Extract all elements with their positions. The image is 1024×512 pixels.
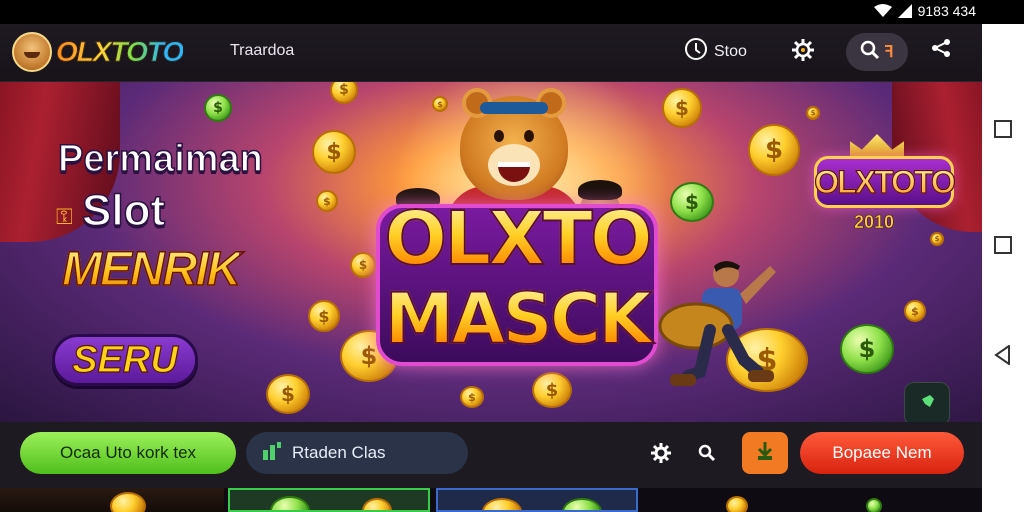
settings-gear-button[interactable]: [790, 37, 816, 68]
status-bar: 9183 434: [0, 0, 1024, 24]
chart-icon: [262, 441, 282, 465]
live-chat-button[interactable]: Rtaden Clas: [246, 432, 468, 474]
login-button[interactable]: Ocaa Uto kork tex: [20, 432, 236, 474]
top-bar: OLXTOTO Traardoa Stoo ꟻ: [0, 24, 982, 82]
coin-icon: $: [662, 88, 702, 128]
back-button[interactable]: [992, 344, 1014, 366]
brand-badge: OLXTOTO 2010: [814, 134, 957, 238]
coin-icon: $: [806, 106, 820, 120]
slot-label: Stoo: [714, 42, 747, 60]
coin-icon: $: [670, 182, 714, 222]
game-thumbnail[interactable]: [436, 488, 638, 512]
system-navigation-bar: [982, 24, 1024, 512]
coin-icon: [866, 498, 882, 512]
wifi-icon: [873, 4, 892, 18]
crown-icon: [850, 134, 904, 158]
game-title-line-1: OLXTO: [372, 195, 662, 283]
coin-icon: $: [532, 372, 572, 408]
game-thumbnail[interactable]: [0, 488, 224, 512]
coin-icon: $: [312, 130, 356, 174]
settings-icon[interactable]: [650, 442, 672, 469]
game-title-line-2: MASCK: [372, 277, 662, 361]
register-button[interactable]: Bopaee Nem: [800, 432, 964, 474]
search-button[interactable]: ꟻ: [846, 33, 908, 71]
status-time: 9183 434: [917, 3, 976, 19]
badge-title: OLXTOTO: [814, 163, 957, 200]
share-button[interactable]: [930, 37, 952, 64]
coin-icon: $: [460, 386, 484, 408]
download-icon: [754, 440, 776, 467]
home-button[interactable]: [992, 234, 1014, 256]
game-title-logo: OLXTO MASCK: [372, 194, 662, 366]
key-icon: ⚿: [56, 204, 73, 229]
coin-icon: $: [266, 374, 310, 414]
coin-icon: $: [308, 300, 340, 332]
coin-icon: $: [904, 300, 926, 322]
slot-button[interactable]: Stoo: [684, 37, 747, 66]
search-suffix: ꟻ: [884, 44, 894, 61]
coin-icon: $: [432, 96, 448, 112]
coin-icon: $: [316, 190, 338, 212]
nav-link[interactable]: Traardoa: [230, 42, 294, 60]
character-runner: [640, 260, 790, 400]
headline-badge-seru: SERU: [52, 334, 198, 386]
headline-line-2: Slot: [81, 185, 166, 236]
signal-icon: [897, 4, 912, 18]
promo-banner[interactable]: $ $ $ $ $ $ $ $ $ $ $ $ $ $ $ $ $ $ $ Pe…: [0, 82, 982, 422]
search-icon[interactable]: [698, 444, 716, 467]
coin-icon: $: [840, 324, 894, 374]
coin-icon: [562, 498, 602, 510]
search-icon: [860, 40, 880, 65]
game-thumbnail-strip: [0, 488, 982, 512]
coin-icon: [110, 492, 146, 512]
headline-line-1: Permaiman: [57, 137, 263, 181]
brand-logo[interactable]: OLXTOTO: [12, 32, 185, 72]
compass-icon: [684, 37, 708, 66]
badge-year: 2010: [854, 212, 895, 233]
coin-icon: $: [330, 82, 358, 104]
brand-logo-text: OLXTOTO: [56, 36, 185, 68]
mascot-bear-icon: [460, 88, 568, 200]
pin-button[interactable]: [904, 382, 950, 422]
mascot-avatar-icon: [12, 32, 52, 72]
coin-icon: [482, 498, 522, 510]
share-icon: [930, 37, 952, 64]
coin-icon: $: [204, 94, 232, 122]
coin-icon: [362, 498, 392, 510]
gear-icon: [790, 37, 816, 68]
coin-icon: $: [748, 124, 800, 176]
game-thumbnail[interactable]: [642, 488, 982, 512]
recent-apps-button[interactable]: [992, 118, 1014, 140]
game-thumbnail[interactable]: [228, 488, 430, 512]
download-app-button[interactable]: [742, 432, 788, 474]
coin-icon: [726, 496, 748, 512]
headline-line-3: MENRIK: [61, 242, 242, 297]
app-window: OLXTOTO Traardoa Stoo ꟻ $ $ $ $ $ $ $ $ …: [0, 24, 982, 512]
live-chat-label: Rtaden Clas: [292, 443, 386, 462]
status-indicators: 9183 434: [873, 3, 976, 19]
bottom-action-bar: Ocaa Uto kork tex Rtaden Clas Bopaee Nem: [0, 422, 982, 488]
coin-icon: [270, 496, 310, 510]
pin-icon: [916, 391, 938, 418]
